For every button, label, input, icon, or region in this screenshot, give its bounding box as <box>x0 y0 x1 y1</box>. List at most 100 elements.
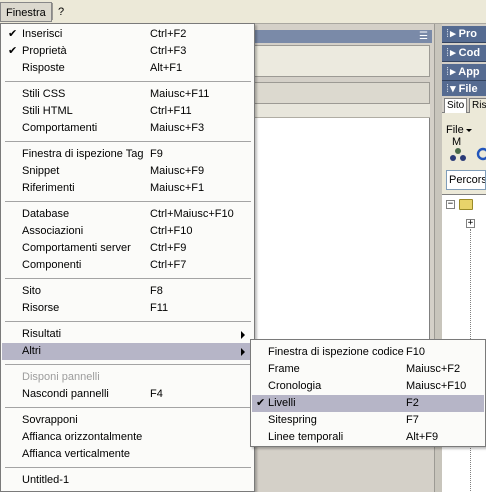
panel-header-label: Cod <box>458 47 481 59</box>
menu-item-shortcut: Maiusc+F11 <box>150 88 210 100</box>
refresh-icon[interactable] <box>476 147 486 161</box>
panel-header-app[interactable]: ⁞ ▸ App <box>442 64 486 81</box>
menu-item-untitled-1[interactable]: Untitled-1 <box>2 472 253 489</box>
menu-item-inserisci[interactable]: ✔ Inserisci Ctrl+F2 <box>2 26 253 43</box>
menu-item-riferimenti[interactable]: Riferimenti Maiusc+F1 <box>2 180 253 197</box>
menu-item-shortcut: Maiusc+F1 <box>150 182 205 194</box>
check-icon: ✔ <box>8 45 18 57</box>
menu-item-label: Risultati <box>22 328 62 340</box>
altri-submenu: Finestra di ispezione codice F10 Frame M… <box>250 339 486 447</box>
panel-header-label: Pro <box>458 28 477 40</box>
menu-item-comportamenti-server[interactable]: Comportamenti server Ctrl+F9 <box>2 240 253 257</box>
menu-item-risorse[interactable]: Risorse F11 <box>2 300 253 317</box>
menu-help[interactable]: ? <box>53 2 69 22</box>
menu-item-affianca-verticalmente[interactable]: Affianca verticalmente <box>2 446 253 463</box>
menu-item-database[interactable]: Database Ctrl+Maiusc+F10 <box>2 206 253 223</box>
menu-item-shortcut: Alt+F9 <box>406 431 439 443</box>
submenu-item-frame[interactable]: Frame Maiusc+F2 <box>252 361 484 378</box>
grip-icon[interactable]: ⁞ <box>446 28 449 40</box>
menu-item-label: Stili CSS <box>22 88 66 100</box>
submenu-item-ispezione-codice[interactable]: Finestra di ispezione codice F10 <box>252 344 484 361</box>
collapsed-arrow-icon: ▸ <box>450 28 456 40</box>
menu-item-componenti[interactable]: Componenti Ctrl+F7 <box>2 257 253 274</box>
menu-item-label: Sovrapponi <box>22 414 78 426</box>
submenu-item-linee-temporali[interactable]: Linee temporali Alt+F9 <box>252 429 484 446</box>
connect-icon[interactable] <box>450 147 466 161</box>
menu-item-shortcut: F7 <box>406 414 419 426</box>
menu-item-ispezione-tag[interactable]: Finestra di ispezione Tag F9 <box>2 146 253 163</box>
menu-item-altri[interactable]: Altri <box>2 343 253 360</box>
submenu-item-livelli[interactable]: ✔ Livelli F2 <box>252 395 484 412</box>
menu-separator <box>5 467 251 468</box>
menu-item-shortcut: Maiusc+F2 <box>406 363 461 375</box>
menu-item-shortcut: Maiusc+F3 <box>150 122 205 134</box>
menu-separator <box>5 278 251 279</box>
panel-header-code[interactable]: ⁞ ▸ Cod <box>442 45 486 62</box>
submenu-item-sitespring[interactable]: Sitespring F7 <box>252 412 484 429</box>
menu-item-label: Sito <box>22 285 41 297</box>
menu-item-nascondi-pannelli[interactable]: Nascondi pannelli F4 <box>2 386 253 403</box>
submenu-item-cronologia[interactable]: Cronologia Maiusc+F10 <box>252 378 484 395</box>
menu-item-sito[interactable]: Sito F8 <box>2 283 253 300</box>
menu-item-label: Disponi pannelli <box>22 371 100 383</box>
grip-icon[interactable]: ⁞ <box>446 83 449 95</box>
tab-assets[interactable]: Ris <box>469 98 486 113</box>
menu-finestra[interactable]: Finestra <box>0 2 52 22</box>
panel-header-properties[interactable]: ⁞ ▸ Pro <box>442 26 486 43</box>
menu-item-sovrapponi[interactable]: Sovrapponi <box>2 412 253 429</box>
panel-options-icon[interactable]: ☰ <box>419 30 428 43</box>
check-icon: ✔ <box>256 397 266 409</box>
menu-item-snippet[interactable]: Snippet Maiusc+F9 <box>2 163 253 180</box>
menu-item-disponi-pannelli: Disponi pannelli <box>2 369 253 386</box>
files-panel-tabs: Sito Ris <box>442 96 486 113</box>
dropdown-arrow-icon[interactable] <box>465 128 472 132</box>
grip-icon[interactable]: ⁞ <box>446 47 449 59</box>
menu-item-label: Snippet <box>22 165 60 177</box>
collapse-icon[interactable]: − <box>446 200 455 209</box>
menu-item-shortcut: Ctrl+Maiusc+F10 <box>150 208 234 220</box>
path-field[interactable]: Percors <box>446 170 486 190</box>
expand-icon[interactable]: + <box>466 219 475 228</box>
menu-item-proprieta[interactable]: ✔ Proprietà Ctrl+F3 <box>2 43 253 60</box>
menu-item-shortcut: Maiusc+F10 <box>406 380 467 392</box>
expanded-arrow-icon: ▾ <box>450 83 456 95</box>
menu-item-label: Comportamenti server <box>22 242 131 254</box>
submenu-arrow-icon <box>241 331 245 339</box>
file-menu[interactable]: File <box>446 124 464 136</box>
menu-item-associazioni[interactable]: Associazioni Ctrl+F10 <box>2 223 253 240</box>
menu-item-label: Componenti <box>22 259 82 271</box>
menu-item-shortcut: Ctrl+F10 <box>150 225 193 237</box>
menu-item-affianca-orizzontalmente[interactable]: Affianca orizzontalmente <box>2 429 253 446</box>
document-ruler <box>250 104 430 118</box>
menu-item-label: Cronologia <box>268 380 322 392</box>
menu-item-shortcut: F10 <box>406 346 425 358</box>
collapsed-arrow-icon: ▸ <box>450 47 456 59</box>
menu-item-risultati[interactable]: Risultati <box>2 326 253 343</box>
panel-header-label: File <box>458 83 478 95</box>
panel-header-label: App <box>458 66 480 78</box>
menu-item-stili-css[interactable]: Stili CSS Maiusc+F11 <box>2 86 253 103</box>
menu-item-label: Frame <box>268 363 300 375</box>
insert-panel-body <box>250 45 430 77</box>
menu-item-label: Finestra di ispezione Tag <box>22 148 144 160</box>
document-area[interactable] <box>250 104 430 344</box>
menu-item-label: Nascondi pannelli <box>22 388 109 400</box>
menu-item-label: Linee temporali <box>268 431 344 443</box>
finestra-menu: ✔ Inserisci Ctrl+F2 ✔ Proprietà Ctrl+F3 … <box>0 23 255 492</box>
menu-separator <box>5 141 251 142</box>
menu-item-shortcut: Alt+F1 <box>150 62 183 74</box>
menu-item-risposte[interactable]: Risposte Alt+F1 <box>2 60 253 77</box>
menu-separator <box>5 364 251 365</box>
menu-item-comportamenti[interactable]: Comportamenti Maiusc+F3 <box>2 120 253 137</box>
menu-item-shortcut: Ctrl+F3 <box>150 45 187 57</box>
menu-item-shortcut: F4 <box>150 388 163 400</box>
menu-item-shortcut: Ctrl+F11 <box>150 105 192 117</box>
menu-item-shortcut: F8 <box>150 285 163 297</box>
grip-icon[interactable]: ⁞ <box>446 66 449 78</box>
menu-item-stili-html[interactable]: Stili HTML Ctrl+F11 <box>2 103 253 120</box>
menu-item-shortcut: Ctrl+F7 <box>150 259 187 271</box>
tab-site[interactable]: Sito <box>444 98 468 113</box>
menu-separator <box>5 407 251 408</box>
menu-item-label: Riferimenti <box>22 182 75 194</box>
menu-item-label: Risorse <box>22 302 60 314</box>
